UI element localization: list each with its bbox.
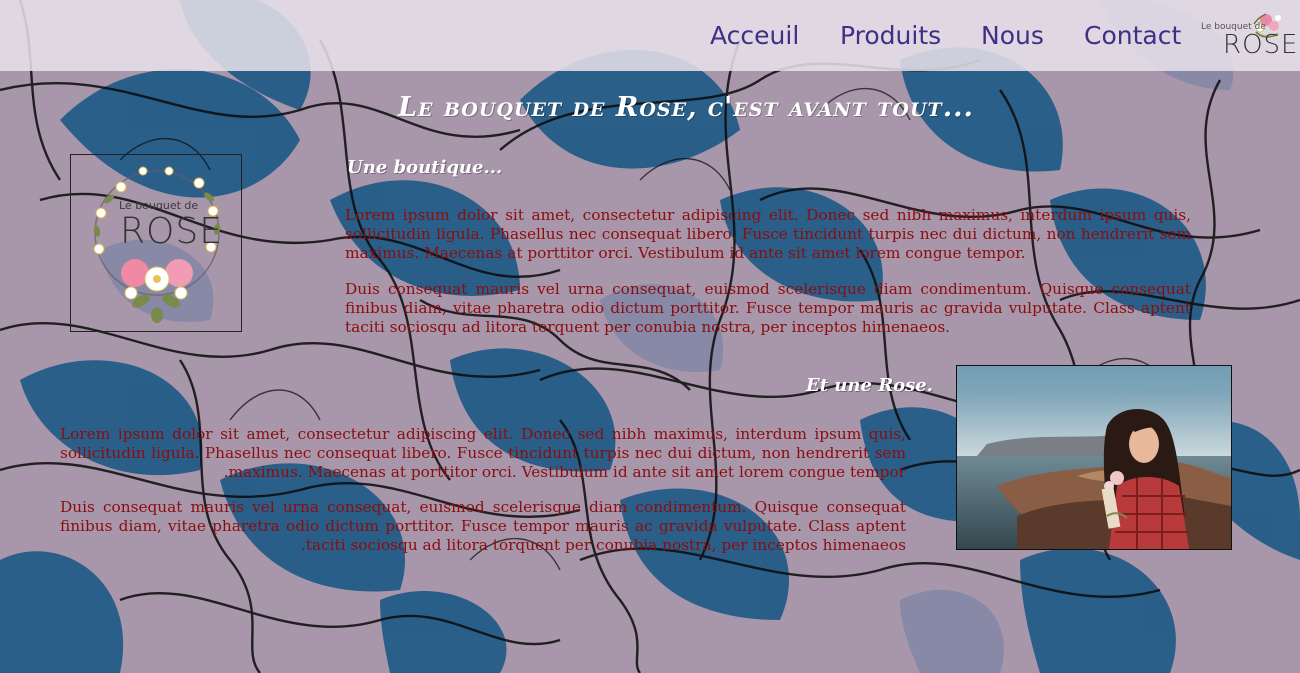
portrait-photo — [957, 366, 1231, 549]
shop-logo-frame: Le bouquet de ROSE — [70, 154, 242, 332]
nav-logo-big-text: ROSE — [1223, 30, 1299, 60]
nav-link-acceuil[interactable]: Acceuil — [710, 20, 799, 52]
nav-brand-logo[interactable]: Le bouquet de ROSE — [1196, 8, 1297, 66]
nav-link-produits[interactable]: Produits — [840, 20, 941, 52]
boutique-paragraph: Lorem ipsum dolor sit amet, consectetur … — [345, 206, 1191, 262]
boutique-paragraph: Duis consequat mauris vel urna consequat… — [345, 280, 1191, 336]
shop-logo-big-text: ROSE — [120, 211, 223, 252]
rose-paragraph: Lorem ipsum dolor sit amet, consectetur … — [60, 425, 906, 481]
section-title-boutique: Une boutique... — [347, 157, 503, 178]
nav-link-contact[interactable]: Contact — [1084, 20, 1181, 52]
nav-link-nous[interactable]: Nous — [981, 20, 1044, 52]
top-navbar: Acceuil Produits Nous Contact Le bouquet… — [0, 0, 1300, 71]
rose-portrait-photo — [956, 365, 1232, 550]
page-title: Le bouquet de Rose, c'est avant tout... — [398, 92, 974, 123]
rose-paragraph: Duis consequat mauris vel urna consequat… — [60, 498, 906, 554]
section-title-rose: Et une Rose. — [806, 375, 934, 396]
